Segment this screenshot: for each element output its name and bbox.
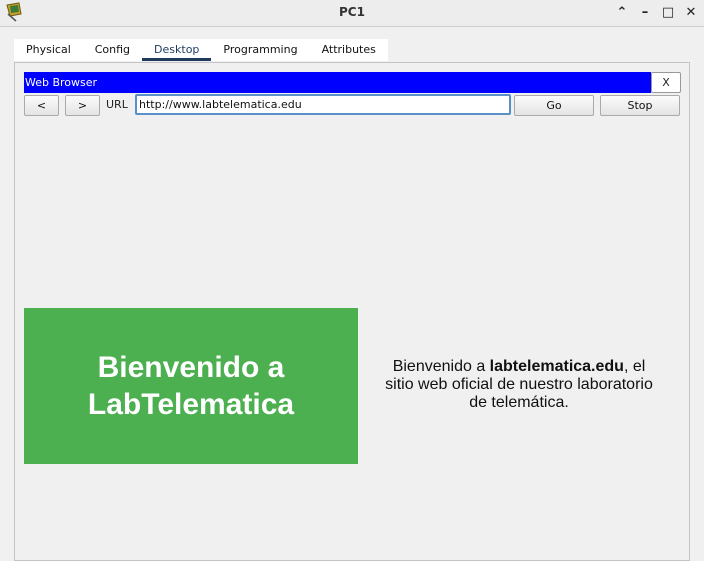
window-title: PC1 bbox=[339, 5, 365, 19]
welcome-banner-line2: LabTelematica bbox=[87, 388, 295, 421]
forward-button[interactable]: > bbox=[65, 95, 100, 116]
desc-site-name: labtelematica.edu bbox=[489, 358, 624, 375]
tab-physical[interactable]: Physical bbox=[14, 39, 83, 61]
tab-desktop[interactable]: Desktop bbox=[142, 39, 212, 61]
browser-viewport: Bienvenido a LabTelematica Bienvenido a … bbox=[24, 118, 680, 560]
collapse-chevron-icon[interactable]: ⌃ bbox=[613, 4, 631, 22]
welcome-description: Bienvenido a labtelematica.edu, el sitio… bbox=[380, 358, 658, 412]
desc-prefix: Bienvenido a bbox=[392, 358, 490, 375]
url-label: URL bbox=[106, 98, 128, 111]
web-browser-window: Web Browser X < > URL Go Stop Bienvenido… bbox=[24, 72, 681, 560]
tab-config[interactable]: Config bbox=[83, 39, 142, 61]
window-content: Physical Config Desktop Programming Attr… bbox=[0, 27, 704, 561]
welcome-banner-line1: Bienvenido a bbox=[97, 351, 285, 384]
go-button[interactable]: Go bbox=[514, 95, 594, 116]
browser-title-bar: Web Browser bbox=[24, 72, 651, 93]
browser-close-button[interactable]: X bbox=[651, 72, 681, 93]
minimize-button[interactable]: – bbox=[636, 4, 654, 22]
stop-button[interactable]: Stop bbox=[600, 95, 680, 116]
window-titlebar: PC1 ⌃ – □ ✕ bbox=[0, 0, 704, 27]
tab-attributes[interactable]: Attributes bbox=[310, 39, 388, 61]
close-window-button[interactable]: ✕ bbox=[682, 4, 700, 22]
back-button[interactable]: < bbox=[24, 95, 59, 116]
desktop-panel: Web Browser X < > URL Go Stop Bienvenido… bbox=[14, 62, 690, 561]
tab-programming[interactable]: Programming bbox=[211, 39, 309, 61]
tab-bar: Physical Config Desktop Programming Attr… bbox=[14, 39, 388, 61]
url-input[interactable] bbox=[135, 94, 511, 115]
maximize-button[interactable]: □ bbox=[659, 4, 677, 22]
welcome-banner: Bienvenido a LabTelematica bbox=[24, 308, 358, 464]
